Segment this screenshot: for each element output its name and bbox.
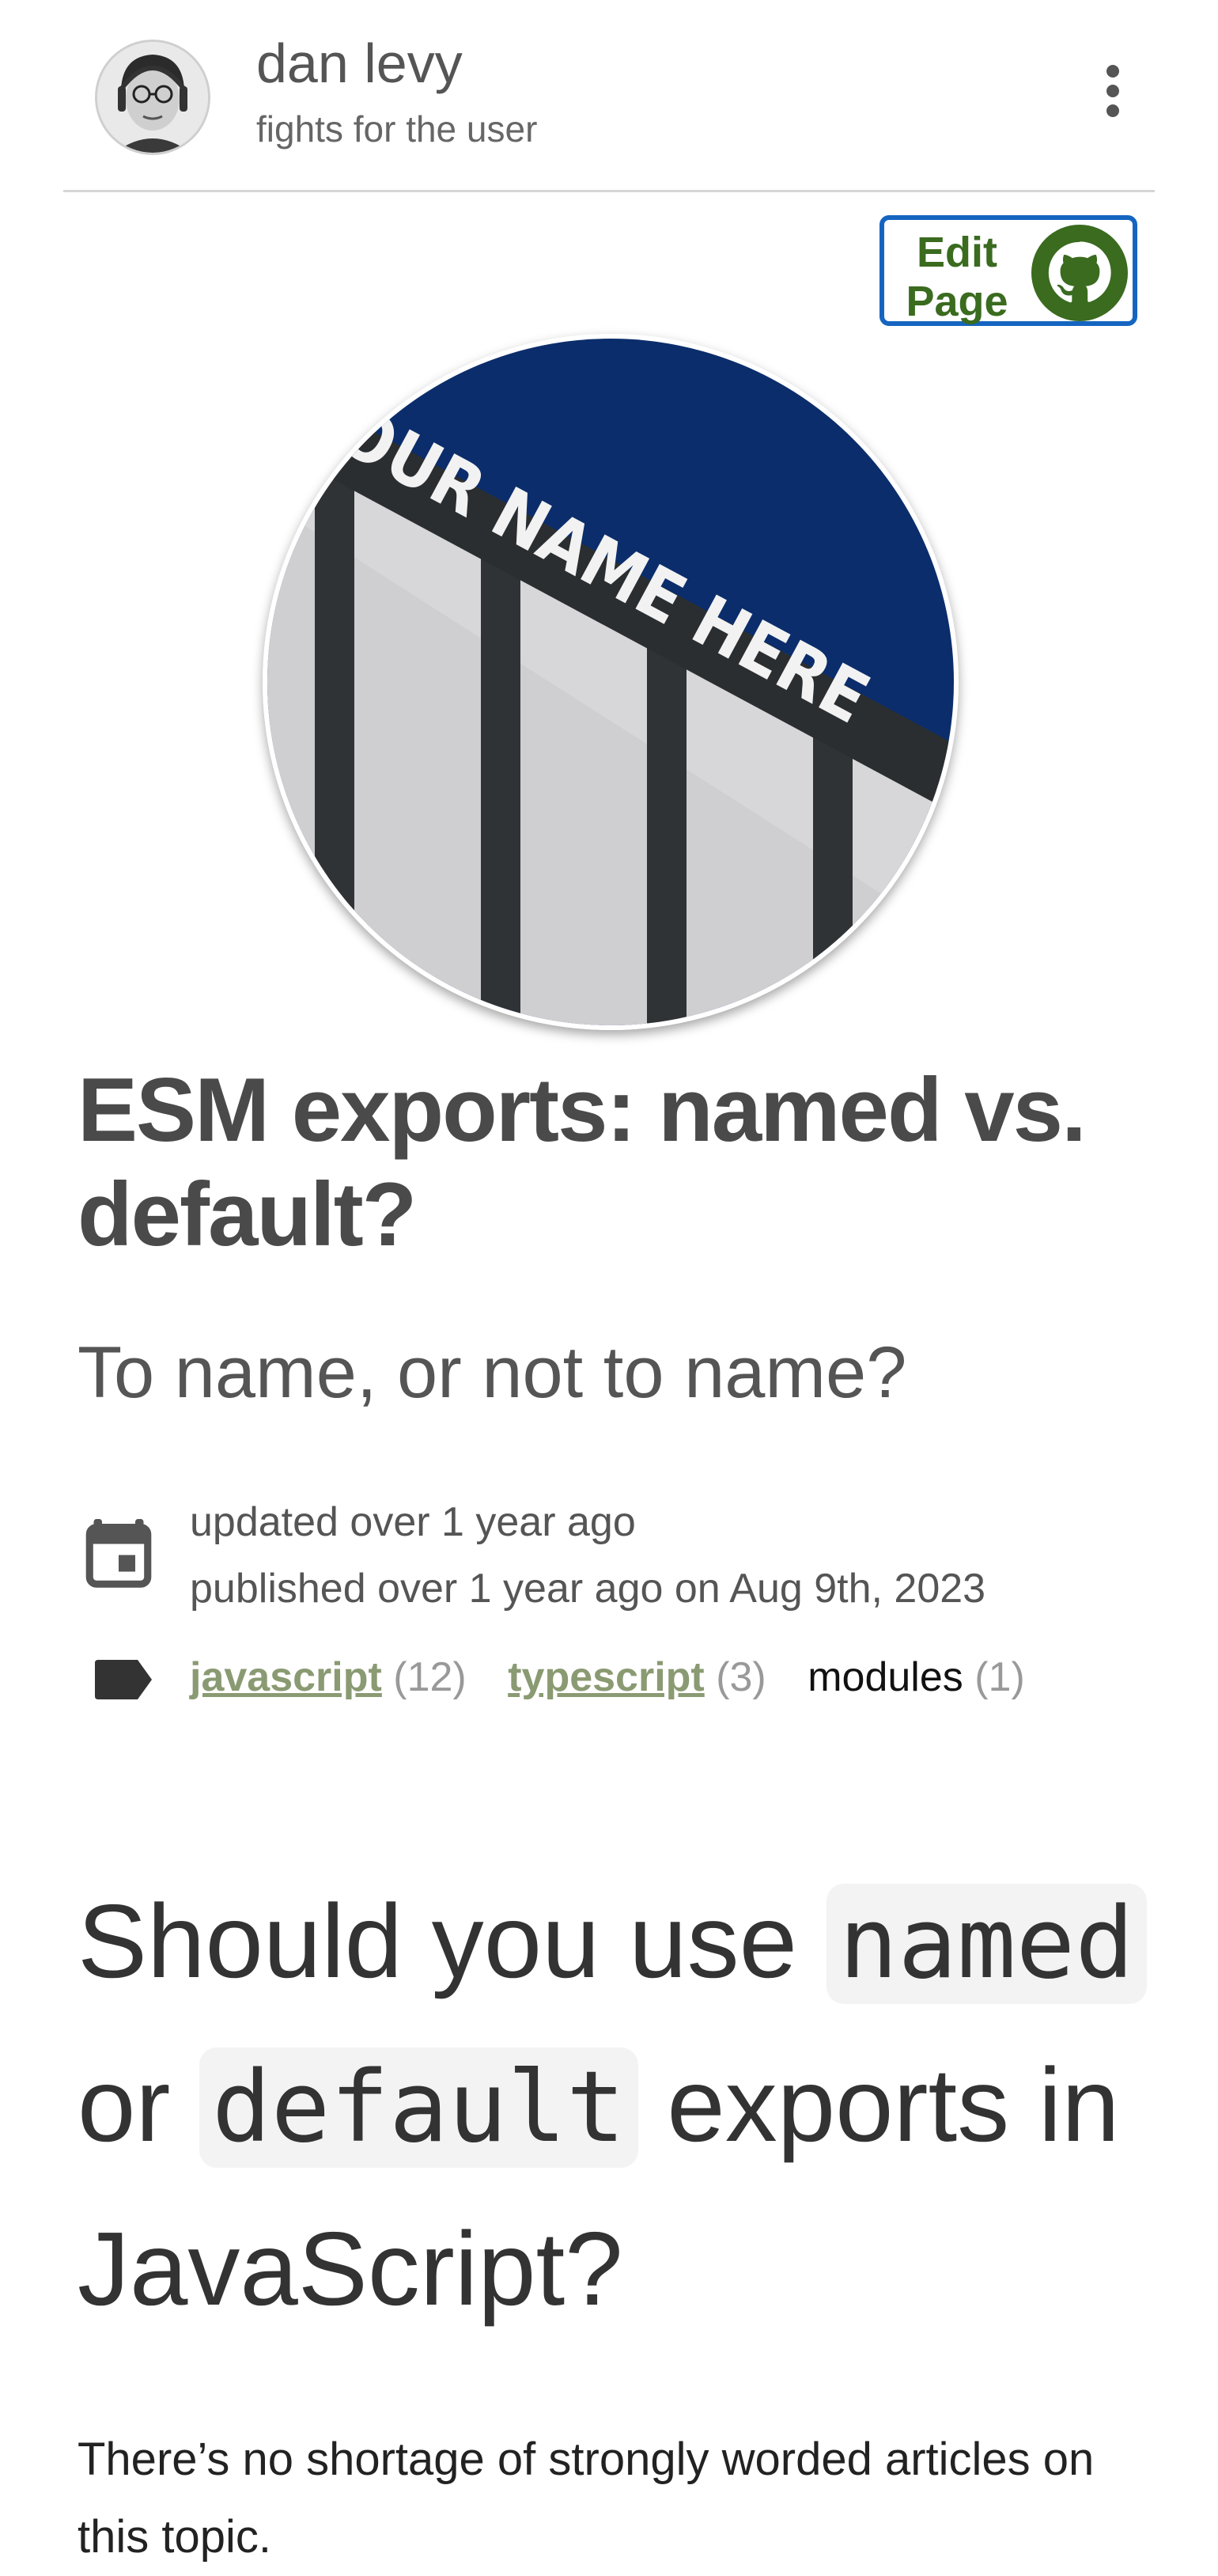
edit-page-button[interactable]: Edit Page [879, 215, 1137, 326]
menu-dot [1106, 104, 1119, 117]
edit-page-label: Edit Page [906, 229, 1008, 325]
article-subtitle: To name, or not to name? [78, 1332, 907, 1413]
avatar[interactable] [95, 40, 210, 155]
tag-count: (3) [716, 1654, 766, 1700]
site-name[interactable]: dan levy [256, 32, 463, 95]
tag-count: (12) [393, 1654, 467, 1700]
tag-icon [95, 1660, 152, 1699]
hero-image: YOUR NAME HERE [263, 334, 959, 1030]
site-header: dan levy fights for the user [63, 0, 1155, 192]
content-paragraph: There’s no shortage of strongly worded a… [78, 2434, 1095, 2563]
menu-button[interactable] [1084, 55, 1139, 127]
tag-javascript[interactable]: javascript [190, 1654, 382, 1700]
article-title: ESM exports: named vs. default? [78, 1060, 1087, 1265]
tag-count: (1) [974, 1654, 1025, 1700]
updated-date: updated over 1 year ago [190, 1499, 636, 1545]
site-tagline: fights for the user [256, 108, 538, 150]
headline-text: or [78, 2047, 200, 2163]
calendar-icon [85, 1519, 152, 1588]
github-icon [1031, 225, 1128, 321]
tag-typescript[interactable]: typescript [508, 1654, 705, 1700]
inline-code-default: default [199, 2048, 638, 2168]
inline-code-named: named [826, 1884, 1147, 2004]
building-banner-image: YOUR NAME HERE [267, 339, 954, 1025]
avatar-portrait-icon [97, 42, 208, 153]
menu-dot [1106, 85, 1119, 97]
vertical-dots-icon [1106, 65, 1119, 78]
published-date: published over 1 year ago on Aug 9th, 20… [190, 1566, 986, 1612]
tag-modules: modules [808, 1654, 963, 1700]
headline-text: Should you use [78, 1883, 826, 1999]
content-headline: Should you use named or default exports i… [78, 1861, 1169, 2350]
tag-list: javascript (12) typescript (3) modules (… [190, 1654, 1055, 1701]
